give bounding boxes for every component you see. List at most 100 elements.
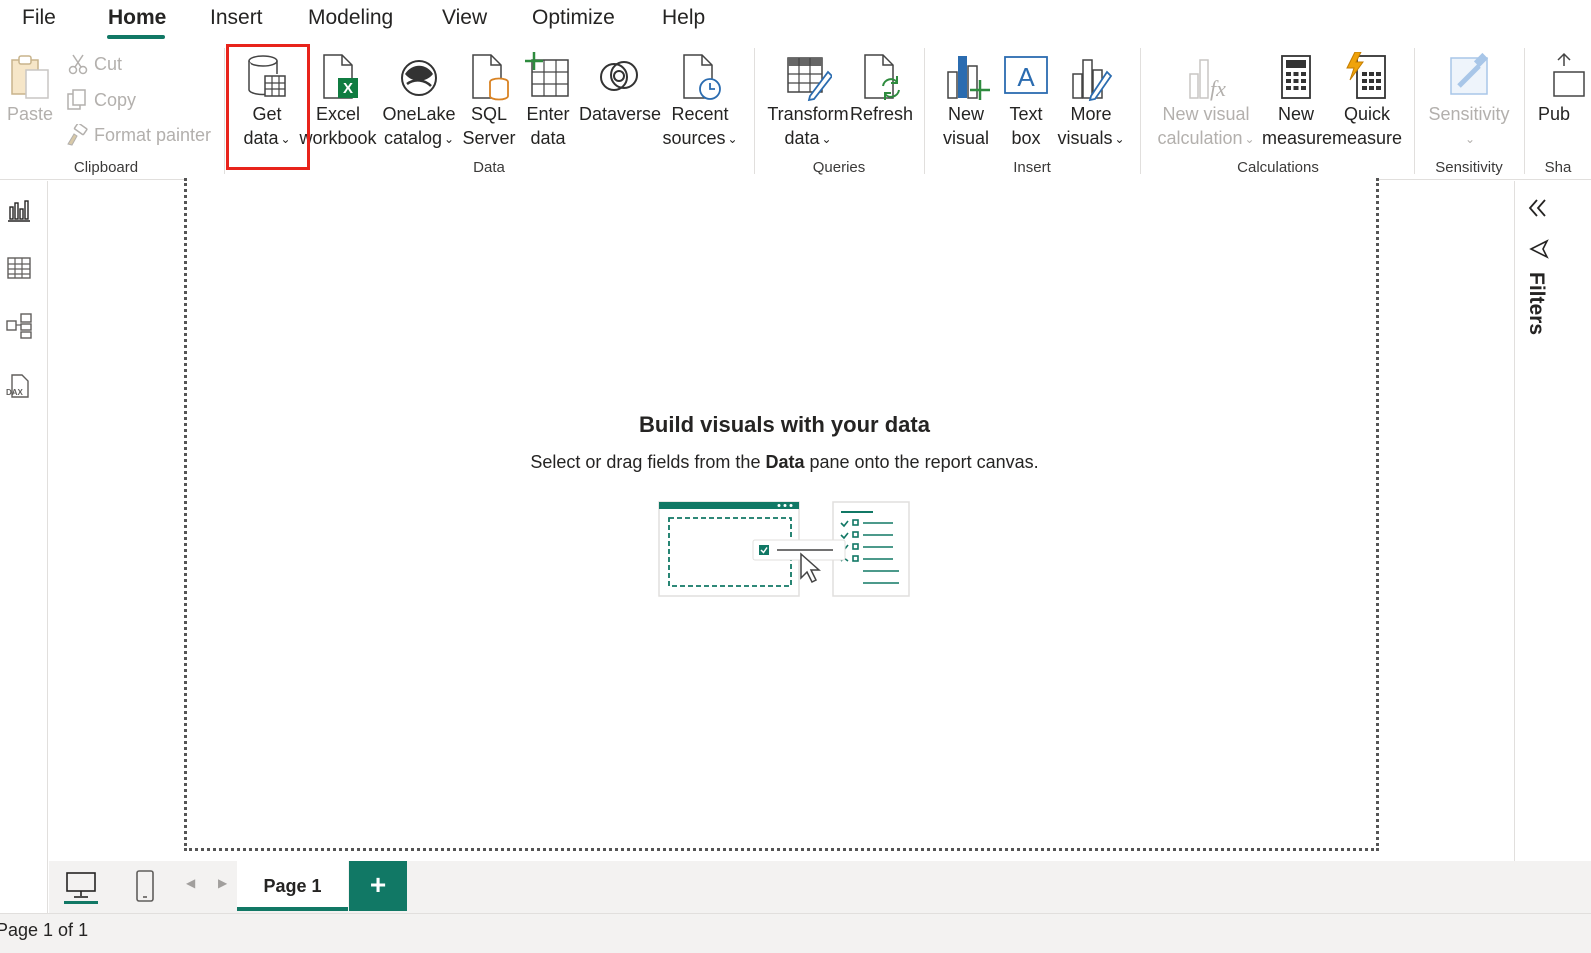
- new-visual-calc-label-1: New visual: [1162, 104, 1250, 124]
- clipboard-group-label: Clipboard: [73, 159, 139, 176]
- sql-label-2: Server: [462, 128, 516, 148]
- filter-icon: [1529, 239, 1549, 259]
- menu-file[interactable]: File: [22, 6, 56, 30]
- menu-home[interactable]: Home: [108, 6, 166, 30]
- svg-text:X: X: [343, 80, 353, 97]
- separator: [224, 48, 225, 174]
- new-visual-calc-label-2: calculation: [1157, 128, 1243, 148]
- menu-optimize[interactable]: Optimize: [532, 6, 615, 30]
- cut-label: Cut: [94, 53, 123, 74]
- sensitivity-button[interactable]: Sensitivity ⌄: [1426, 52, 1512, 151]
- paste-icon: [11, 55, 49, 99]
- dataverse-icon: [600, 61, 638, 91]
- view-rail: DAX: [0, 181, 48, 913]
- chevron-down-icon: ⌄: [821, 132, 832, 147]
- model-view-icon[interactable]: [6, 313, 32, 339]
- format-painter-button[interactable]: Format painter: [66, 124, 211, 146]
- desktop-layout-icon[interactable]: [61, 869, 101, 905]
- new-visual-label-2: visual: [942, 128, 990, 148]
- enter-data-button[interactable]: Enter data: [520, 52, 576, 150]
- page-tab-1[interactable]: Page 1: [237, 861, 348, 911]
- refresh-button[interactable]: Refresh: [850, 52, 913, 126]
- add-page-button[interactable]: +: [349, 861, 407, 911]
- subtitle-end: pane onto the report canvas.: [804, 452, 1039, 472]
- calculator-icon: [1281, 55, 1311, 99]
- excel-label-2: workbook: [299, 128, 377, 148]
- new-visual-button[interactable]: New visual: [938, 52, 994, 150]
- quick-measure-button[interactable]: Quick measure: [1332, 52, 1402, 150]
- menu-modeling[interactable]: Modeling: [308, 6, 393, 30]
- svg-text:fx: fx: [1210, 76, 1226, 101]
- new-visual-calculation-button[interactable]: fx New visual calculation ⌄: [1154, 52, 1258, 151]
- new-visual-icon: [947, 56, 990, 100]
- share-group-label: Sha: [1544, 159, 1572, 176]
- status-bar: [0, 913, 1591, 953]
- excel-icon: X: [323, 54, 358, 99]
- data-pane-link: Data: [765, 452, 805, 472]
- filters-label[interactable]: Filters: [1524, 272, 1548, 335]
- sensitivity-icon: [1450, 52, 1489, 95]
- transform-data-button[interactable]: Transform data ⌄: [766, 52, 850, 151]
- empty-state-title: Build visuals with your data: [639, 412, 930, 437]
- copy-button[interactable]: Copy: [66, 89, 136, 111]
- recent-sources-label-1: Recent: [671, 104, 729, 124]
- copy-icon: [67, 89, 86, 110]
- new-measure-label-2: measure: [1262, 128, 1333, 148]
- text-box-button[interactable]: A Text box: [998, 52, 1054, 150]
- more-visuals-label-2: visuals: [1057, 128, 1113, 148]
- menu-help[interactable]: Help: [662, 6, 705, 30]
- chevron-down-icon: ⌄: [727, 132, 738, 147]
- table-view-icon[interactable]: [6, 255, 32, 281]
- onelake-label-1: OneLake: [382, 104, 456, 124]
- onelake-label-2: catalog: [383, 128, 442, 148]
- recent-sources-button[interactable]: Recent sources ⌄: [662, 52, 738, 151]
- more-visuals-button[interactable]: More visuals ⌄: [1056, 52, 1126, 151]
- onelake-icon: [401, 60, 437, 96]
- excel-label-1: Excel: [315, 104, 360, 124]
- collapse-chevrons-icon[interactable]: [1527, 197, 1549, 219]
- menu-insert[interactable]: Insert: [210, 6, 263, 30]
- excel-workbook-button[interactable]: X Excel workbook: [298, 52, 378, 150]
- text-box-label-1: Text: [1009, 104, 1043, 124]
- menu-view[interactable]: View: [442, 6, 487, 30]
- calculations-group-label: Calculations: [1237, 159, 1319, 176]
- paste-button[interactable]: Paste: [6, 52, 54, 126]
- separator: [754, 48, 755, 174]
- dataverse-button[interactable]: Dataverse: [578, 52, 662, 126]
- empty-state-subtitle: Select or drag fields from the Data pane…: [187, 452, 1382, 473]
- recent-sources-icon: [683, 54, 721, 100]
- recent-sources-label-2: sources: [662, 128, 726, 148]
- transform-label-1: Transform: [767, 104, 849, 124]
- separator: [1524, 48, 1525, 174]
- sql-server-button[interactable]: SQL Server: [462, 52, 516, 150]
- report-canvas[interactable]: Build visuals with your data Select or d…: [184, 178, 1379, 851]
- data-group-label: Data: [473, 159, 505, 176]
- publish-button[interactable]: Pub: [1536, 52, 1591, 126]
- publish-label: Pub: [1538, 104, 1571, 124]
- chevron-down-icon: ⌄: [1114, 132, 1125, 147]
- sql-label-1: SQL: [470, 104, 508, 124]
- svg-text:A: A: [1017, 62, 1035, 92]
- menu-bar: File Home Insert Modeling View Optimize …: [0, 0, 1591, 42]
- transform-label-2: data: [784, 128, 820, 148]
- dax-query-view-icon[interactable]: DAX: [6, 373, 32, 399]
- next-page-icon[interactable]: ▶: [218, 876, 227, 890]
- format-painter-label: Format painter: [94, 124, 212, 145]
- sensitivity-label: Sensitivity: [1428, 104, 1510, 124]
- subtitle-start: Select or drag fields from the: [530, 452, 766, 472]
- separator: [1140, 48, 1141, 174]
- chevron-down-icon: ⌄: [1244, 132, 1255, 147]
- svg-text:DAX: DAX: [6, 388, 24, 397]
- new-measure-button[interactable]: New measure: [1262, 52, 1333, 150]
- paste-label: Paste: [6, 104, 54, 124]
- report-view-icon[interactable]: [6, 197, 32, 223]
- quick-measure-icon: [1346, 52, 1386, 99]
- previous-page-icon[interactable]: ◀: [186, 876, 195, 890]
- mobile-layout-icon[interactable]: [125, 869, 165, 905]
- chevron-down-icon: ⌄: [1464, 132, 1476, 147]
- sql-server-icon: [472, 54, 509, 101]
- get-data-highlight: [226, 44, 310, 170]
- onelake-catalog-button[interactable]: OneLake catalog ⌄: [380, 52, 458, 151]
- cut-button[interactable]: Cut: [68, 53, 122, 75]
- quick-measure-label-1: Quick: [1343, 104, 1390, 124]
